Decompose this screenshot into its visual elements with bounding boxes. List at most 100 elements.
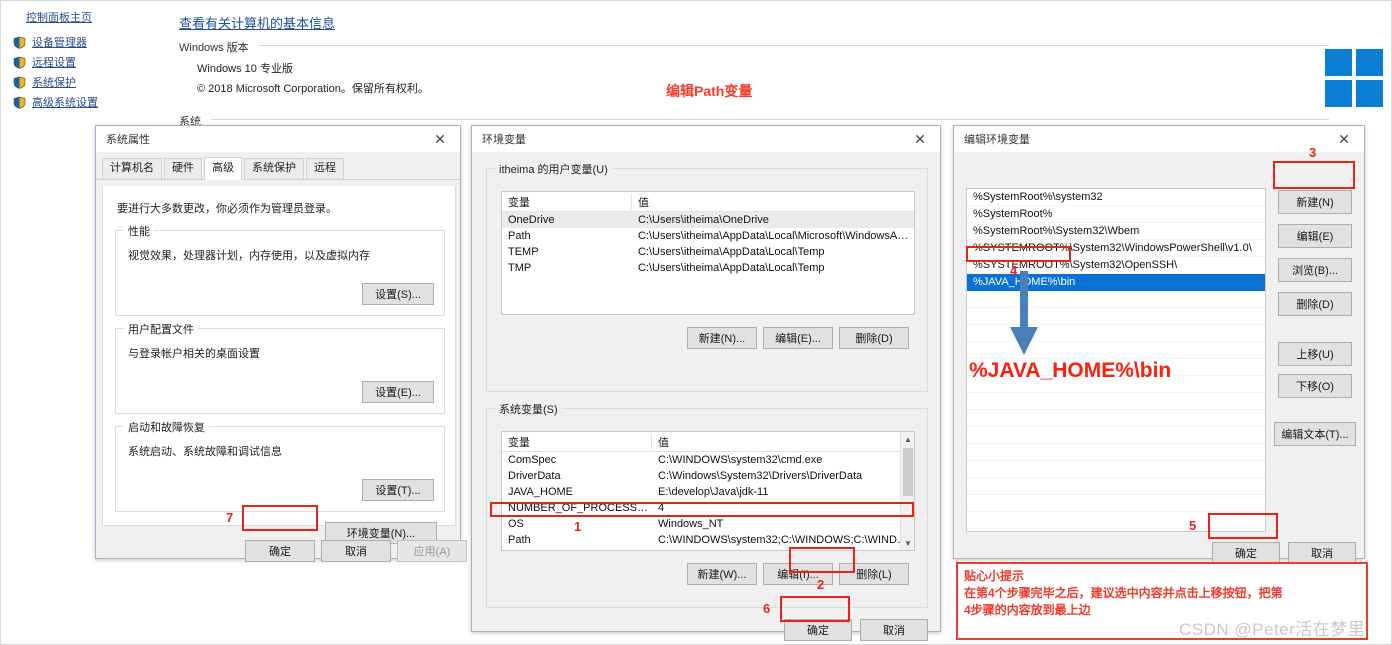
- table-row-path[interactable]: Path C:\WINDOWS\system32;C:\WINDOWS;C:\W…: [502, 532, 914, 548]
- admin-notice-text: 要进行大多数更改，你必须作为管理员登录。: [117, 203, 337, 215]
- system-variables-table[interactable]: 变量 值 ComSpec C:\WINDOWS\system32\cmd.exe…: [501, 431, 915, 551]
- performance-settings-button[interactable]: 设置(S)...: [362, 283, 434, 305]
- tab-computer-name[interactable]: 计算机名: [102, 158, 162, 179]
- list-item[interactable]: %SystemRoot%: [967, 206, 1265, 223]
- scroll-down-icon[interactable]: ▼: [901, 536, 914, 550]
- table-row[interactable]: OneDrive C:\Users\itheima\OneDrive: [502, 212, 914, 228]
- scrollbar-thumb[interactable]: [903, 448, 913, 496]
- delete-button[interactable]: 删除(D): [1278, 292, 1352, 316]
- vertical-scrollbar[interactable]: ▲ ▼: [900, 432, 914, 550]
- move-up-button[interactable]: 上移(U): [1278, 342, 1352, 366]
- system-properties-ok-button[interactable]: 确定: [245, 540, 315, 562]
- sidebar-item-label: 远程设置: [32, 57, 76, 69]
- user-new-button[interactable]: 新建(N)...: [687, 327, 757, 349]
- cell-variable: Path: [508, 534, 531, 546]
- copyright-text: © 2018 Microsoft Corporation。保留所有权利。: [197, 83, 429, 95]
- list-item-empty[interactable]: [967, 427, 1265, 444]
- close-icon[interactable]: ✕: [900, 126, 940, 152]
- table-row[interactable]: OS Windows_NT: [502, 516, 914, 532]
- user-variables-table[interactable]: 变量 值 OneDrive C:\Users\itheima\OneDrive …: [501, 191, 915, 315]
- cell-variable: OneDrive: [508, 214, 555, 226]
- sidebar-item-device-manager[interactable]: 设备管理器: [13, 34, 87, 50]
- list-item-empty[interactable]: [967, 393, 1265, 410]
- cell-value: Windows_NT: [658, 518, 724, 530]
- startup-recovery-settings-button[interactable]: 设置(T)...: [362, 479, 434, 501]
- performance-group: 性能 视觉效果，处理器计划，内存使用，以及虚拟内存 设置(S)...: [115, 223, 445, 316]
- tip-heading: 贴心小提示: [964, 569, 1025, 583]
- windows-edition-value: Windows 10 专业版: [197, 63, 293, 75]
- list-item-empty[interactable]: [967, 495, 1265, 512]
- cell-value: E:\develop\Java\jdk-11: [658, 486, 769, 498]
- dialog-titlebar: 系统属性 ✕: [96, 126, 460, 152]
- browse-button[interactable]: 浏览(B)...: [1278, 258, 1352, 282]
- cell-value: C:\WINDOWS\system32;C:\WINDOWS;C:\WINDOW…: [658, 534, 914, 546]
- sidebar-item-control-panel-home[interactable]: 控制面板主页: [26, 9, 92, 25]
- scroll-up-icon[interactable]: ▲: [901, 432, 914, 446]
- system-delete-button[interactable]: 删除(L): [839, 563, 909, 585]
- sidebar-item-label: 系统保护: [32, 77, 76, 89]
- list-item[interactable]: %SystemRoot%\System32\Wbem: [967, 223, 1265, 240]
- user-profiles-settings-button[interactable]: 设置(E)...: [362, 381, 434, 403]
- shield-icon: [13, 36, 26, 49]
- close-icon[interactable]: ✕: [420, 126, 460, 152]
- sidebar-item-system-protection[interactable]: 系统保护: [13, 74, 76, 90]
- sidebar-item-label: 设备管理器: [32, 37, 87, 49]
- list-item-empty[interactable]: [967, 444, 1265, 461]
- edit-button[interactable]: 编辑(E): [1278, 224, 1352, 248]
- windows-edition-group-label: Windows 版本: [179, 42, 249, 54]
- cell-value: C:\Users\itheima\OneDrive: [638, 214, 769, 226]
- close-icon[interactable]: ✕: [1324, 126, 1364, 152]
- table-header: 变量 值: [502, 192, 914, 212]
- cell-variable: PATHEXT: [502, 550, 652, 551]
- sidebar-item-advanced-system-settings[interactable]: 高级系统设置: [13, 94, 98, 110]
- table-row[interactable]: PATHEXT .COM;.EXE;.BAT;.CMD;.VBS;.VBE;.J…: [502, 548, 914, 551]
- screen-root: 控制面板主页 设备管理器 远程设置 系统保护 高级系统设置 查看有关计算机的基本…: [0, 0, 1392, 645]
- divider: [259, 45, 1329, 46]
- list-item-empty[interactable]: [967, 512, 1265, 529]
- table-row[interactable]: JAVA_HOME E:\develop\Java\jdk-11: [502, 484, 914, 500]
- user-edit-button[interactable]: 编辑(E)...: [763, 327, 833, 349]
- edit-cancel-button[interactable]: 取消: [1288, 542, 1356, 564]
- cell-value: C:\Users\itheima\AppData\Local\Temp: [638, 246, 825, 258]
- windows-logo: [1325, 49, 1383, 107]
- tab-hardware[interactable]: 硬件: [164, 158, 202, 179]
- cell-value: C:\Windows\System32\Drivers\DriverData: [658, 470, 863, 482]
- sidebar-item-remote-settings[interactable]: 远程设置: [13, 54, 76, 70]
- list-item-empty[interactable]: [967, 478, 1265, 495]
- edit-ok-button[interactable]: 确定: [1212, 542, 1280, 564]
- env-ok-button[interactable]: 确定: [784, 619, 852, 641]
- step-5-number: 5: [1189, 518, 1197, 533]
- table-row[interactable]: DriverData C:\Windows\System32\Drivers\D…: [502, 468, 914, 484]
- table-row[interactable]: ComSpec C:\WINDOWS\system32\cmd.exe: [502, 452, 914, 468]
- list-item-empty[interactable]: [967, 410, 1265, 427]
- divider: [211, 119, 1329, 120]
- tab-remote[interactable]: 远程: [306, 158, 344, 179]
- env-cancel-button[interactable]: 取消: [860, 619, 928, 641]
- new-button[interactable]: 新建(N): [1278, 190, 1352, 214]
- user-delete-button[interactable]: 删除(D): [839, 327, 909, 349]
- tab-advanced[interactable]: 高级: [204, 157, 242, 180]
- table-row[interactable]: TMP C:\Users\itheima\AppData\Local\Temp: [502, 260, 914, 276]
- environment-variables-dialog: 环境变量 ✕ itheima 的用户变量(U) 变量 值 OneDrive C:…: [471, 125, 941, 641]
- system-new-button[interactable]: 新建(W)...: [687, 563, 757, 585]
- system-variables-group-title: 系统变量(S): [495, 401, 562, 417]
- cell-value: .COM;.EXE;.BAT;.CMD;.VBS;.VBE;.JS;.JSE;.…: [652, 550, 914, 551]
- dialog-title: 环境变量: [482, 134, 526, 146]
- step-1-number: 1: [574, 519, 582, 534]
- system-properties-cancel-button[interactable]: 取消: [321, 540, 391, 562]
- list-item[interactable]: %SYSTEMROOT%\System32\WindowsPowerShell\…: [967, 240, 1265, 257]
- edit-text-button[interactable]: 编辑文本(T)...: [1274, 422, 1356, 446]
- table-row[interactable]: TEMP C:\Users\itheima\AppData\Local\Temp: [502, 244, 914, 260]
- table-row[interactable]: NUMBER_OF_PROCESSORS 4: [502, 500, 914, 516]
- cell-variable: DriverData: [508, 470, 561, 482]
- move-down-button[interactable]: 下移(O): [1278, 374, 1352, 398]
- shield-icon: [13, 76, 26, 89]
- table-row[interactable]: Path C:\Users\itheima\AppData\Local\Micr…: [502, 228, 914, 244]
- cell-value: C:\Users\itheima\AppData\Local\Temp: [638, 262, 825, 274]
- user-variables-group-title: itheima 的用户变量(U): [495, 161, 612, 177]
- step-7-number: 7: [226, 510, 234, 525]
- list-item-empty[interactable]: [967, 461, 1265, 478]
- system-variables-group: 系统变量(S) 变量 值 ComSpec C:\WINDOWS\system32…: [486, 401, 928, 608]
- tab-system-protection[interactable]: 系统保护: [244, 158, 304, 179]
- list-item[interactable]: %SystemRoot%\system32: [967, 189, 1265, 206]
